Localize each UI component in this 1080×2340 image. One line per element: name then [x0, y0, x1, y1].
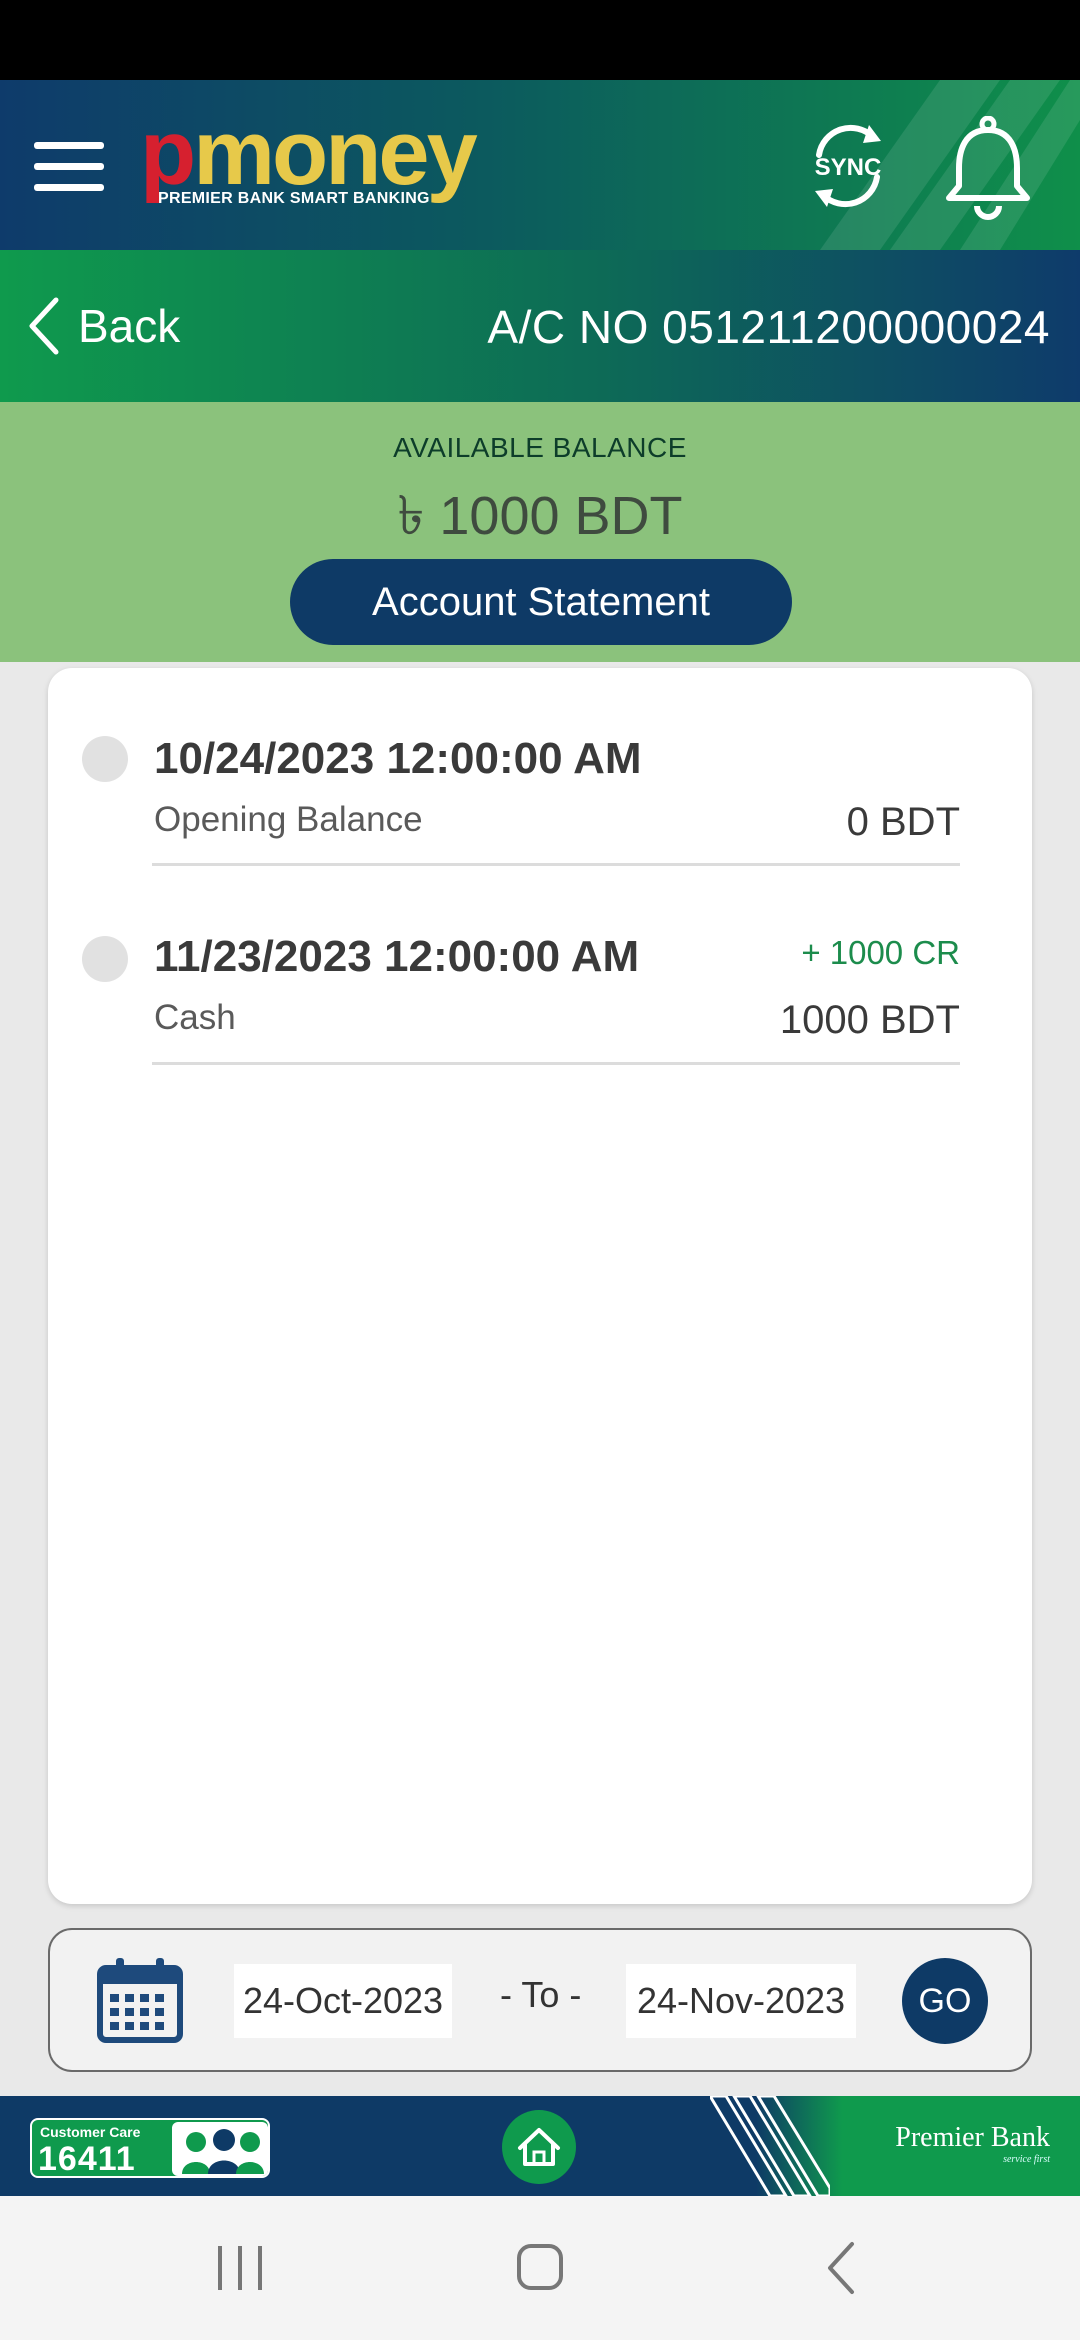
date-range-filter: 24-Oct-2023 - To - 24-Nov-2023 GO — [48, 1928, 1032, 2072]
go-button[interactable]: GO — [902, 1958, 988, 2044]
transaction-divider — [152, 1062, 960, 1065]
customer-care-number: 16411 — [38, 2140, 136, 2178]
pmoney-logo: pmoney PREMIER BANK SMART BANKING — [140, 107, 480, 228]
available-balance-label: AVAILABLE BALANCE — [393, 432, 687, 463]
customer-care-badge[interactable]: Customer Care 16411 — [30, 2118, 270, 2178]
app-header: pmoney PREMIER BANK SMART BANKING SYNC — [0, 80, 1080, 250]
timeline-dot — [82, 736, 128, 782]
transaction-description: Cash — [154, 998, 236, 1037]
bank-tagline: service first — [1003, 2154, 1050, 2165]
android-nav-bar — [0, 2196, 1080, 2340]
home-square-icon[interactable] — [516, 2242, 564, 2292]
available-balance-value: ৳ 1000 BDT — [397, 486, 683, 546]
to-date-field[interactable]: 24-Nov-2023 — [626, 1964, 856, 2038]
calendar-icon[interactable] — [94, 1954, 186, 2046]
transaction-description: Opening Balance — [154, 800, 423, 839]
transaction-item[interactable]: 11/23/2023 12:00:00 AM + 1000 CR Cash 10… — [48, 916, 1032, 1116]
timeline-dot — [82, 936, 128, 982]
transaction-amount: 0 BDT — [846, 800, 960, 844]
menu-icon[interactable] — [34, 142, 104, 192]
back-button[interactable]: Back — [26, 290, 180, 362]
sync-icon[interactable]: SYNC — [805, 115, 891, 215]
account-number: A/C NO 051211200000024 — [487, 301, 1050, 353]
statement-list: 10/24/2023 12:00:00 AM Opening Balance 0… — [48, 668, 1032, 1904]
chevron-left-icon — [29, 297, 59, 355]
app-footer: Customer Care 16411 Premier Bank service… — [0, 2096, 1080, 2196]
transaction-date: 11/23/2023 12:00:00 AM — [154, 932, 640, 981]
home-icon — [518, 2128, 560, 2166]
transaction-amount: 1000 BDT — [779, 998, 960, 1042]
account-statement-button[interactable]: Account Statement — [290, 559, 792, 645]
status-bar — [0, 0, 1080, 80]
logo-word: money — [193, 102, 478, 204]
back-label: Back — [78, 300, 181, 352]
recent-apps-icon[interactable] — [216, 2244, 264, 2292]
transaction-credit: + 1000 CR — [801, 934, 960, 971]
footer-decoration — [710, 2096, 830, 2196]
back-chevron-icon[interactable] — [826, 2240, 856, 2296]
sync-label: SYNC — [815, 154, 882, 181]
logo-letter: p — [140, 102, 196, 204]
footer-home-button[interactable] — [502, 2110, 576, 2184]
transaction-date: 10/24/2023 12:00:00 AM — [154, 734, 642, 783]
from-date-field[interactable]: 24-Oct-2023 — [234, 1964, 452, 2038]
transaction-divider — [152, 863, 960, 866]
customer-care-label: Customer Care — [40, 2124, 141, 2140]
date-range-separator: - To - — [500, 1974, 582, 2015]
transaction-item[interactable]: 10/24/2023 12:00:00 AM Opening Balance 0… — [48, 718, 1032, 918]
account-subheader: Back A/C NO 051211200000024 — [0, 250, 1080, 402]
support-agents-icon — [172, 2122, 268, 2176]
premier-bank-logo: Premier Bank — [895, 2122, 1050, 2153]
bell-icon[interactable] — [945, 116, 1031, 220]
